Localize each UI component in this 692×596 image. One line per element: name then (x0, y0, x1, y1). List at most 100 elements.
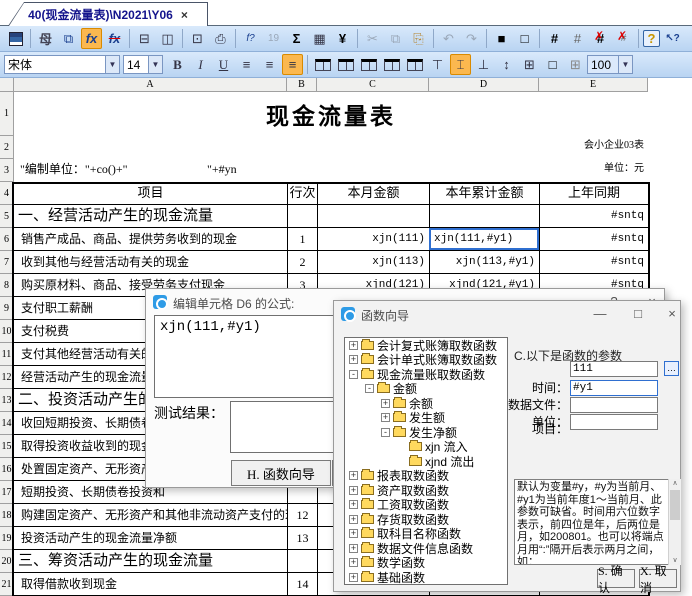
close-icon[interactable]: × (664, 306, 680, 322)
expand-toggle-icon[interactable]: - (381, 428, 390, 437)
bold-icon[interactable]: B (167, 54, 188, 75)
row-header[interactable]: 14 (0, 412, 14, 435)
show-formula-icon[interactable]: fx (81, 28, 102, 49)
copy-icon[interactable]: ⧉ (385, 28, 406, 49)
header-prev-year[interactable]: 上年同期 (539, 182, 648, 204)
col-header-e[interactable]: E (539, 78, 648, 92)
function-wizard-button[interactable]: H. 函数向导 (231, 460, 331, 486)
print-preview-icon[interactable]: ⊡ (187, 28, 208, 49)
cut-icon[interactable]: ✂ (362, 28, 383, 49)
select-all-corner[interactable] (0, 78, 14, 92)
maximize-icon[interactable]: □ (630, 306, 646, 322)
expand-toggle-icon[interactable]: - (365, 384, 374, 393)
redo-icon[interactable]: ↷ (461, 28, 482, 49)
dialog-titlebar[interactable]: 函数向导 — □ × (334, 301, 680, 327)
cell-month[interactable] (317, 205, 429, 227)
row-header[interactable]: 20 (0, 550, 14, 573)
cell-prev[interactable]: #sntq (539, 228, 648, 250)
cell-label[interactable]: 销售产成品、商品、提供劳务收到的现金 (14, 228, 287, 250)
selected-cell-d6[interactable]: xjn(111,#y1) (429, 228, 539, 250)
paste-icon[interactable]: ⎘ (408, 28, 429, 49)
param-input-unit[interactable] (570, 414, 658, 430)
row-header[interactable]: 12 (0, 366, 14, 389)
font-name-select[interactable]: 宋体 ▼ (4, 55, 120, 74)
row-header[interactable]: 10 (0, 320, 14, 343)
col-header-b[interactable]: B (287, 78, 317, 92)
report-title[interactable]: 现金流量表 (14, 92, 648, 136)
row-header[interactable]: 15 (0, 435, 14, 458)
row-header[interactable]: 1 (0, 92, 14, 136)
cell-month[interactable]: xjn(113) (317, 251, 429, 273)
report-code[interactable]: 会小企业03表 (14, 136, 648, 159)
cell-prev[interactable]: #sntq (539, 251, 648, 273)
param-input-time[interactable] (570, 380, 658, 396)
merge-across-icon[interactable] (335, 54, 356, 75)
cell-label[interactable]: 一、经营活动产生的现金流量 (14, 205, 287, 227)
align-center-icon[interactable]: ≡ (259, 54, 280, 75)
scrollbar[interactable]: ∧∨ (668, 479, 681, 565)
cell-label[interactable]: 取得借款收到现金 (14, 573, 287, 595)
border-outline-icon[interactable]: □ (542, 54, 563, 75)
cell-line[interactable]: 13 (287, 527, 317, 549)
browse-button[interactable]: … (664, 361, 679, 376)
border-all-icon[interactable]: ⊞ (519, 54, 540, 75)
template-icon[interactable]: 母 (35, 28, 56, 49)
cancel-button[interactable]: X. 取消 (639, 569, 677, 588)
merge-special-icon[interactable] (404, 54, 425, 75)
grid-thick-icon[interactable]: # (544, 28, 565, 49)
row-header[interactable]: 13 (0, 389, 14, 412)
about-icon[interactable]: ? (685, 28, 692, 49)
header-month[interactable]: 本月金额 (317, 182, 429, 204)
tree-item[interactable]: -现金流量账取数函数 (345, 367, 507, 382)
align-left-icon[interactable]: ≡ (236, 54, 257, 75)
prepared-by-row[interactable]: "编制单位："+co()+" "+#yn 单位：元 (14, 159, 648, 182)
expand-toggle-icon[interactable]: + (349, 558, 358, 567)
print-icon[interactable]: ⎙ (210, 28, 231, 49)
expand-toggle-icon[interactable]: + (349, 573, 358, 582)
fill-black-icon[interactable]: ■ (491, 28, 512, 49)
undo-icon[interactable]: ↶ (438, 28, 459, 49)
row-header[interactable]: 21 (0, 573, 14, 596)
row-header[interactable]: 7 (0, 251, 14, 274)
expand-toggle-icon[interactable]: + (349, 486, 358, 495)
col-header-c[interactable]: C (317, 78, 429, 92)
expand-toggle-icon[interactable]: + (349, 355, 358, 364)
copy-page-icon[interactable]: ⧉ (58, 28, 79, 49)
col-header-a[interactable]: A (14, 78, 287, 92)
row-header[interactable]: 9 (0, 297, 14, 320)
header-item[interactable]: 项目 (14, 182, 287, 204)
cell-line[interactable]: 1 (287, 228, 317, 250)
sheet-tab[interactable]: 40(现金流量表)\N2021\Y06 × (8, 2, 208, 26)
param-input-item[interactable] (570, 361, 658, 377)
cell-label[interactable]: 收到其他与经营活动有关的现金 (14, 251, 287, 273)
grid-delete-small-icon[interactable]: # (613, 28, 634, 49)
unmerge-icon[interactable] (381, 54, 402, 75)
tab-close-icon[interactable]: × (181, 8, 188, 22)
col-header-d[interactable]: D (429, 78, 539, 92)
cell-month[interactable]: xjn(111) (317, 228, 429, 250)
context-help-icon[interactable]: ↖? (662, 28, 683, 49)
expand-toggle-icon[interactable]: + (349, 544, 358, 553)
tree-item[interactable]: +数学函数 (345, 556, 507, 571)
grid-delete-icon[interactable]: # (590, 28, 611, 49)
row-header[interactable]: 17 (0, 481, 14, 504)
valign-middle-icon[interactable]: ⌶ (450, 54, 471, 75)
merge-cells-icon[interactable] (312, 54, 333, 75)
currency-icon[interactable]: ¥ (332, 28, 353, 49)
row-header[interactable]: 16 (0, 458, 14, 481)
row-header[interactable]: 2 (0, 136, 14, 159)
row-header[interactable]: 18 (0, 504, 14, 527)
cell-year[interactable] (429, 205, 539, 227)
save-button[interactable] (5, 28, 26, 49)
calculator-icon[interactable]: ▦ (309, 28, 330, 49)
ok-button[interactable]: S. 确认 (597, 569, 635, 588)
row-header[interactable]: 6 (0, 228, 14, 251)
cell-line[interactable] (287, 205, 317, 227)
split-horizontal-icon[interactable]: ⊟ (134, 28, 155, 49)
row-header[interactable]: 5 (0, 205, 14, 228)
underline-icon[interactable]: U (213, 54, 234, 75)
expand-toggle-icon[interactable]: - (349, 370, 358, 379)
minimize-icon[interactable]: — (592, 306, 608, 322)
chevron-down-icon[interactable]: ▼ (618, 56, 632, 73)
italic-icon[interactable]: I (190, 54, 211, 75)
